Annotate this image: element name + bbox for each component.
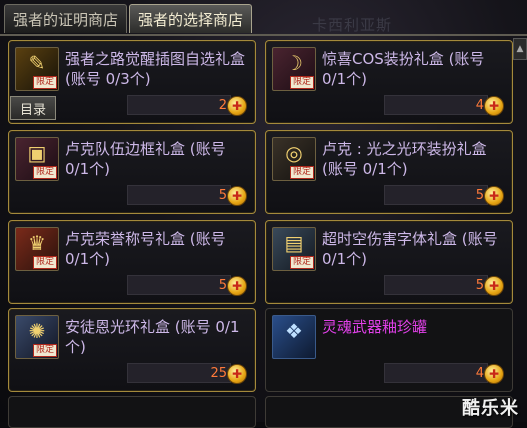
limited-tag: 限定 xyxy=(32,256,57,269)
ring-icon: ✺ 限定 xyxy=(15,315,59,359)
gold-coin-icon: ✚ xyxy=(227,186,247,206)
shop-item-card[interactable]: ▤ 限定 超时空伤害字体礼盒 (账号 0/1个) 5 ✚ xyxy=(265,220,513,304)
limited-tag: 限定 xyxy=(32,166,57,179)
shop-item-card[interactable]: ▣ 限定 卢克队伍边框礼盒 (账号 0/1个) 5 ✚ xyxy=(8,130,256,214)
frame-icon: ▣ 限定 xyxy=(15,137,59,181)
gold-coin-icon: ✚ xyxy=(227,276,247,296)
item-title: 超时空伤害字体礼盒 (账号 0/1个) xyxy=(322,230,498,268)
item-title: 强者之路觉醒插图自选礼盒(账号 0/3个) xyxy=(65,50,246,88)
item-title: 卢克队伍边框礼盒 (账号 0/1个) xyxy=(65,140,226,178)
item-price: 2 xyxy=(218,98,227,113)
catalog-button[interactable]: 目录 xyxy=(10,96,56,120)
item-price: 5 xyxy=(218,278,227,293)
limited-tag: 限定 xyxy=(289,166,314,179)
limited-tag: 限定 xyxy=(289,256,314,269)
gold-coin-icon: ✚ xyxy=(227,364,247,384)
background-text: 卡西利亚斯 xyxy=(312,16,393,34)
mask-icon: ☽ 限定 xyxy=(272,47,316,91)
gold-coin-icon: ✚ xyxy=(484,96,504,116)
limited-tag: 限定 xyxy=(32,344,57,357)
item-price: 5 xyxy=(218,188,227,203)
scroll-icon: ✎ 限定 xyxy=(15,47,59,91)
item-title: 安徒恩光环礼盒 (账号 0/1个) xyxy=(65,318,240,356)
halo-icon: ◎ 限定 xyxy=(272,137,316,181)
tab-proof-shop[interactable]: 强者的证明商店 xyxy=(4,4,128,33)
item-title: 惊喜COS装扮礼盒 (账号 0/1个) xyxy=(322,50,485,88)
item-price: 4 xyxy=(475,366,484,381)
shop-item-card[interactable]: ♛ 限定 卢克荣誉称号礼盒 (账号 0/1个) 5 ✚ xyxy=(8,220,256,304)
watermark: 酷乐米 xyxy=(462,398,519,419)
item-title: 卢克 : 光之光环装扮礼盒 (账号 0/1个) xyxy=(322,140,487,178)
shop-item-card[interactable]: ❖ 灵魂武器釉珍罐 4 ✚ xyxy=(265,308,513,392)
shop-item-card[interactable]: ◎ 限定 卢克 : 光之光环装扮礼盒 (账号 0/1个) 5 ✚ xyxy=(265,130,513,214)
gold-coin-icon: ✚ xyxy=(484,364,504,384)
gold-coin-icon: ✚ xyxy=(484,186,504,206)
shop-item-card[interactable]: ✺ 限定 安徒恩光环礼盒 (账号 0/1个) 25 ✚ xyxy=(8,308,256,392)
gold-coin-icon: ✚ xyxy=(227,96,247,116)
tab-choice-shop[interactable]: 强者的选择商店 xyxy=(129,4,253,33)
item-title: 卢克荣誉称号礼盒 (账号 0/1个) xyxy=(65,230,226,268)
soul-jar-icon: ❖ xyxy=(272,315,316,359)
shop-item-card[interactable] xyxy=(8,396,256,428)
arrow-up-icon: ▲ xyxy=(516,44,524,54)
limited-tag: 限定 xyxy=(289,76,314,89)
item-price: 5 xyxy=(475,278,484,293)
monitor-icon: ▤ 限定 xyxy=(272,227,316,271)
item-price: 25 xyxy=(210,366,227,381)
trophy-icon: ♛ 限定 xyxy=(15,227,59,271)
item-price: 5 xyxy=(475,188,484,203)
item-title: 灵魂武器釉珍罐 xyxy=(322,318,428,336)
gold-coin-icon: ✚ xyxy=(484,276,504,296)
tab-divider xyxy=(0,34,527,36)
limited-tag: 限定 xyxy=(32,76,57,89)
item-price: 4 xyxy=(475,98,484,113)
scroll-up-button[interactable]: ▲ xyxy=(513,38,527,60)
shop-item-card[interactable]: ☽ 限定 惊喜COS装扮礼盒 (账号 0/1个) 4 ✚ xyxy=(265,40,513,124)
shop-tabs: 强者的证明商店 强者的选择商店 xyxy=(4,4,253,34)
